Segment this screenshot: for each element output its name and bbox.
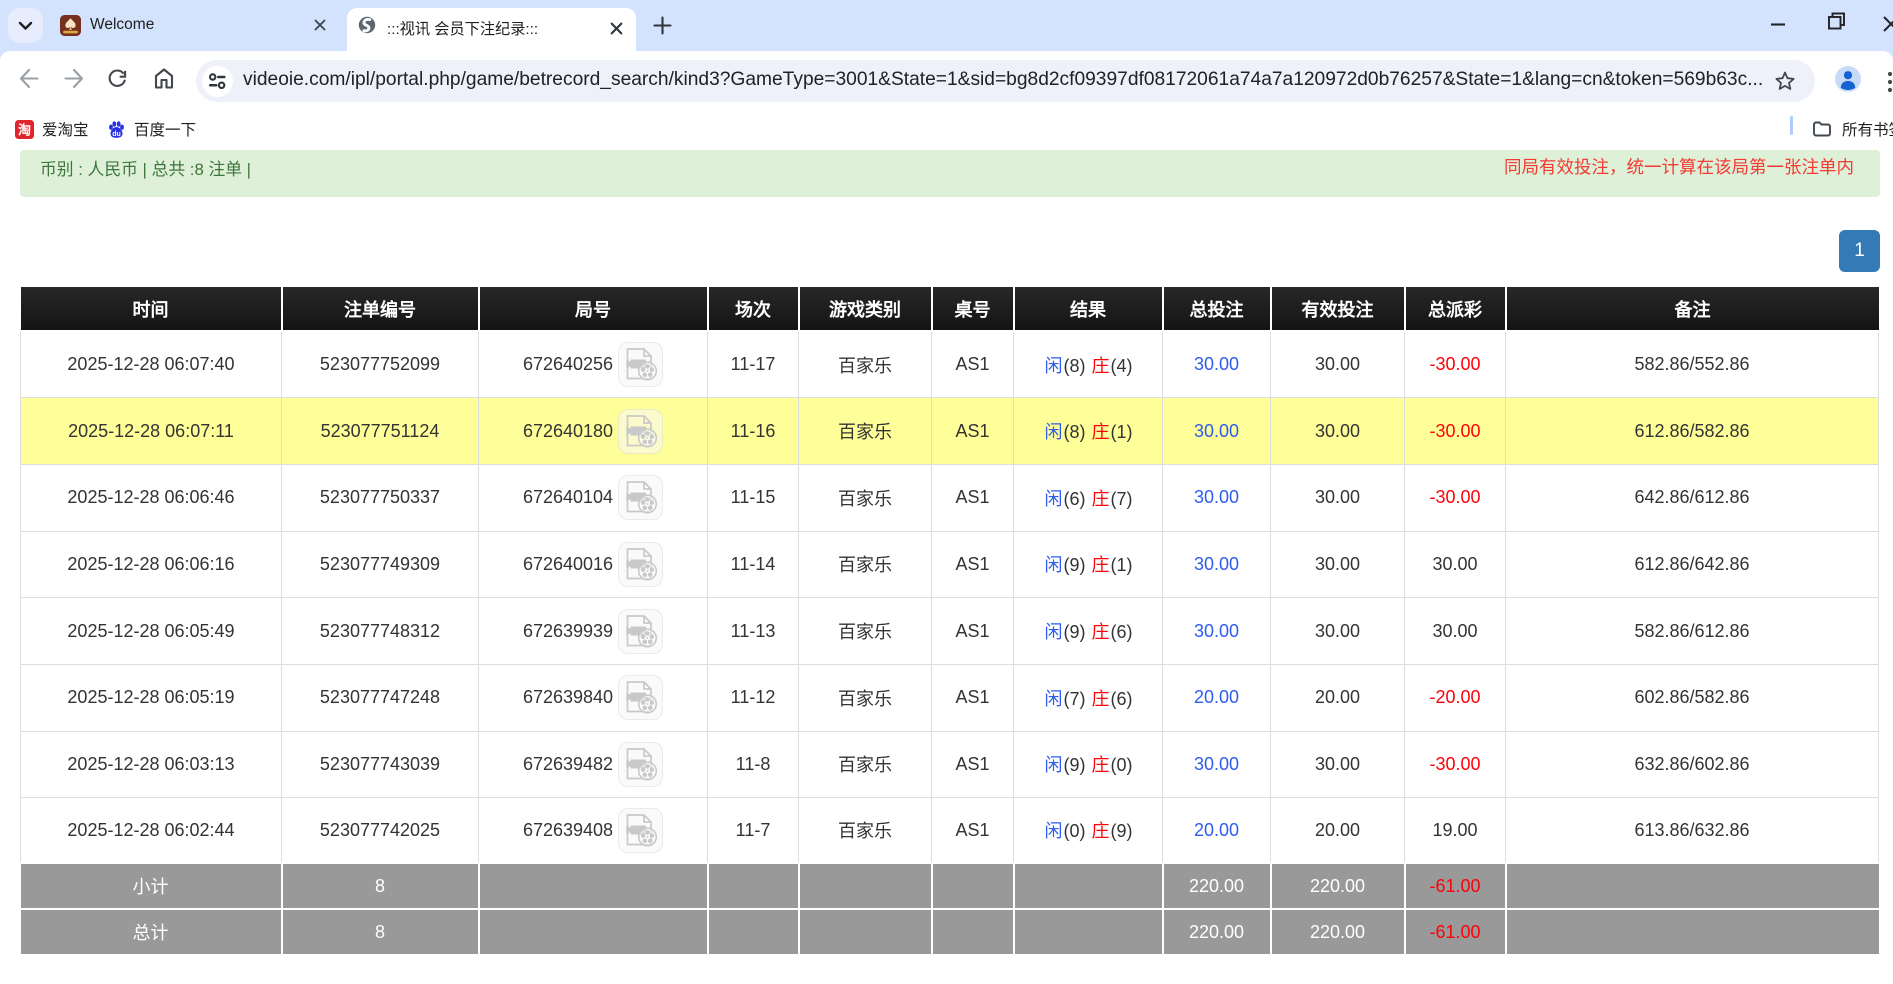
svg-text:du: du (112, 131, 121, 138)
svg-text:淘: 淘 (18, 122, 31, 137)
